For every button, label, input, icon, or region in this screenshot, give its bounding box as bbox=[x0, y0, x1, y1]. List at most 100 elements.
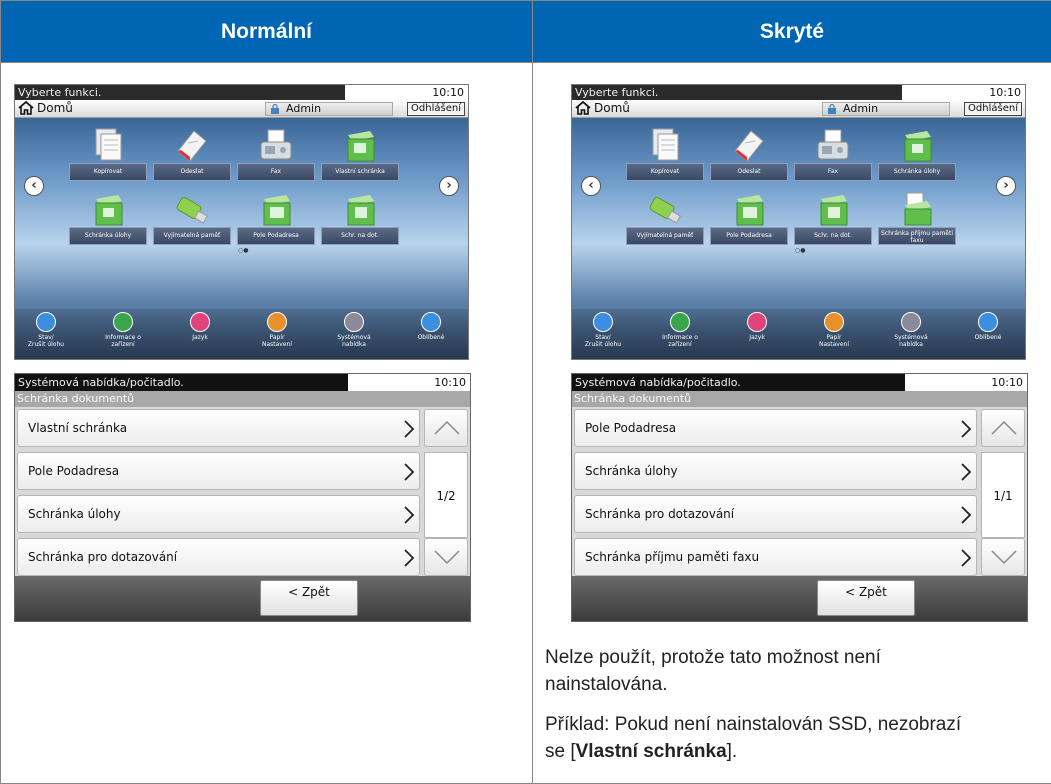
status-icon bbox=[593, 312, 613, 332]
list-item[interactable]: Pole Podadresa bbox=[574, 409, 977, 447]
chevron-right-icon bbox=[404, 549, 415, 567]
quick-device-info[interactable]: Informace o zařízení bbox=[93, 312, 153, 348]
not-installed-note: Nelze použít, protože tato možnost není … bbox=[545, 647, 881, 695]
list-item[interactable]: Schránka pro dotazování bbox=[17, 538, 420, 576]
back-button[interactable]: < Zpět bbox=[817, 580, 915, 616]
tile-subaddress-box[interactable]: Pole Podadresa bbox=[710, 189, 788, 245]
quick-status-cancel-job[interactable]: Stav/Zrušit úlohu bbox=[573, 312, 633, 348]
next-page-button[interactable]: › bbox=[439, 176, 459, 196]
chevron-right-icon bbox=[404, 506, 415, 524]
tile-removable-memory[interactable]: Vyjímatelná paměť bbox=[626, 189, 704, 245]
job-box-icon bbox=[95, 195, 123, 226]
quick-bar: Stav/Zrušit úlohu Informace o zařízení Ja… bbox=[15, 309, 468, 359]
quick-system-menu[interactable]: Systémová nabídka bbox=[881, 312, 941, 348]
list-item[interactable]: Pole Podadresa bbox=[17, 452, 420, 490]
list-item[interactable]: Schránka úlohy bbox=[17, 495, 420, 533]
chevron-right-icon bbox=[404, 463, 415, 481]
tile-fax[interactable]: Fax bbox=[237, 125, 315, 181]
chevron-down-icon bbox=[991, 550, 1017, 565]
quick-language[interactable]: Jazyk bbox=[170, 312, 230, 341]
prompt-bar: Systémová nabídka/počitadlo. bbox=[572, 374, 905, 391]
usb-memory-icon bbox=[176, 197, 209, 224]
home-icon bbox=[575, 101, 591, 115]
quick-system-menu[interactable]: Systémová nabídka bbox=[324, 312, 384, 348]
tile-removable-memory[interactable]: Vyjímatelná paměť bbox=[153, 189, 231, 245]
list-item[interactable]: Schránka úlohy bbox=[574, 452, 977, 490]
prompt-bar: Vyberte funkci. bbox=[572, 85, 902, 100]
paper-icon bbox=[267, 312, 287, 332]
send-icon bbox=[734, 130, 764, 162]
tile-fax[interactable]: Fax bbox=[794, 125, 872, 181]
language-icon bbox=[190, 312, 210, 332]
previous-page-button[interactable]: ‹ bbox=[581, 176, 601, 196]
tile-label: Kopírovat bbox=[626, 163, 704, 181]
list-item[interactable]: Schránka příjmu paměti faxu bbox=[574, 538, 977, 576]
list-item[interactable]: Schránka pro dotazování bbox=[574, 495, 977, 533]
home-button[interactable]: Domů bbox=[575, 101, 630, 115]
subaddress-box-icon bbox=[263, 195, 291, 226]
tile-job-box[interactable]: Schránka úlohy bbox=[878, 125, 956, 181]
tile-copy[interactable]: Kopírovat bbox=[626, 125, 704, 181]
list-item[interactable]: Vlastní schránka bbox=[17, 409, 420, 447]
tile-polling-box[interactable]: Schr. na dot. bbox=[321, 189, 399, 245]
home-label: Domů bbox=[594, 101, 630, 115]
tile-label: Odeslat bbox=[710, 163, 788, 181]
logout-button[interactable]: Odhlášení bbox=[964, 102, 1022, 116]
tile-label: Fax bbox=[237, 163, 315, 181]
hidden-column: Vyberte funkci. 10:10 Domů Admin Odhláše… bbox=[532, 62, 1051, 784]
column-header-normal: Normální bbox=[0, 0, 533, 63]
tile-job-box[interactable]: Schránka úlohy bbox=[69, 189, 147, 245]
comparison-table: Normální Skryté Vyberte funkci. 10:10 Do… bbox=[0, 0, 1051, 784]
tile-send[interactable]: Odeslat bbox=[710, 125, 788, 181]
tile-copy[interactable]: Kopírovat bbox=[69, 125, 147, 181]
chevron-right-icon bbox=[961, 506, 972, 524]
document-box-screen-normal: Systémová nabídka/počitadlo. 10:10 Schrá… bbox=[14, 373, 471, 622]
user-indicator[interactable]: Admin bbox=[822, 102, 950, 116]
favorites-icon bbox=[421, 312, 441, 332]
chevron-down-icon bbox=[434, 550, 460, 565]
page-indicator-dots: ○● bbox=[795, 247, 806, 254]
page-number: 1/1 bbox=[981, 452, 1025, 538]
tile-label: Pole Podadresa bbox=[237, 227, 315, 245]
copy-icon bbox=[652, 128, 679, 161]
quick-status-cancel-job[interactable]: Stav/Zrušit úlohu bbox=[16, 312, 76, 348]
system-menu-icon bbox=[344, 312, 364, 332]
tile-custom-box[interactable]: Vlastní schránka bbox=[321, 125, 399, 181]
scroll-up-button[interactable] bbox=[981, 409, 1025, 447]
tile-fax-memory-rx-box[interactable]: Schránka příjmu paměti faxu bbox=[878, 189, 956, 245]
bottom-bar: < Zpět bbox=[15, 576, 470, 621]
tile-polling-box[interactable]: Schr. na dot. bbox=[794, 189, 872, 245]
tile-label: Pole Podadresa bbox=[710, 227, 788, 245]
paper-icon bbox=[824, 312, 844, 332]
tile-send[interactable]: Odeslat bbox=[153, 125, 231, 181]
logout-button[interactable]: Odhlášení bbox=[407, 102, 465, 116]
scroll-up-button[interactable] bbox=[424, 409, 468, 447]
subaddress-box-icon bbox=[736, 195, 764, 226]
send-icon bbox=[177, 130, 207, 162]
quick-favorites[interactable]: Oblíbené bbox=[401, 312, 461, 341]
tile-label: Fax bbox=[794, 163, 872, 181]
home-label: Domů bbox=[37, 101, 73, 115]
device-info-icon bbox=[113, 312, 133, 332]
page-number: 1/2 bbox=[424, 452, 468, 538]
tile-label: Kopírovat bbox=[69, 163, 147, 181]
user-indicator[interactable]: Admin bbox=[265, 102, 393, 116]
clock: 10:10 bbox=[434, 376, 466, 389]
quick-language[interactable]: Jazyk bbox=[727, 312, 787, 341]
quick-paper-settings[interactable]: Papír Nastavení bbox=[247, 312, 307, 348]
scroll-down-button[interactable] bbox=[424, 538, 468, 576]
home-button[interactable]: Domů bbox=[18, 101, 73, 115]
quick-paper-settings[interactable]: Papír Nastavení bbox=[804, 312, 864, 348]
quick-favorites[interactable]: Oblíbené bbox=[958, 312, 1018, 341]
quick-device-info[interactable]: Informace o zařízení bbox=[650, 312, 710, 348]
device-info-icon bbox=[670, 312, 690, 332]
next-page-button[interactable]: › bbox=[996, 176, 1016, 196]
previous-page-button[interactable]: ‹ bbox=[24, 176, 44, 196]
job-box-icon bbox=[904, 131, 932, 162]
tile-subaddress-box[interactable]: Pole Podadresa bbox=[237, 189, 315, 245]
quick-bar: Stav/Zrušit úlohu Informace o zařízení Ja… bbox=[572, 309, 1025, 359]
fax-icon bbox=[260, 129, 292, 160]
back-button[interactable]: < Zpět bbox=[260, 580, 358, 616]
tile-label: Schránka úlohy bbox=[878, 163, 956, 181]
scroll-down-button[interactable] bbox=[981, 538, 1025, 576]
